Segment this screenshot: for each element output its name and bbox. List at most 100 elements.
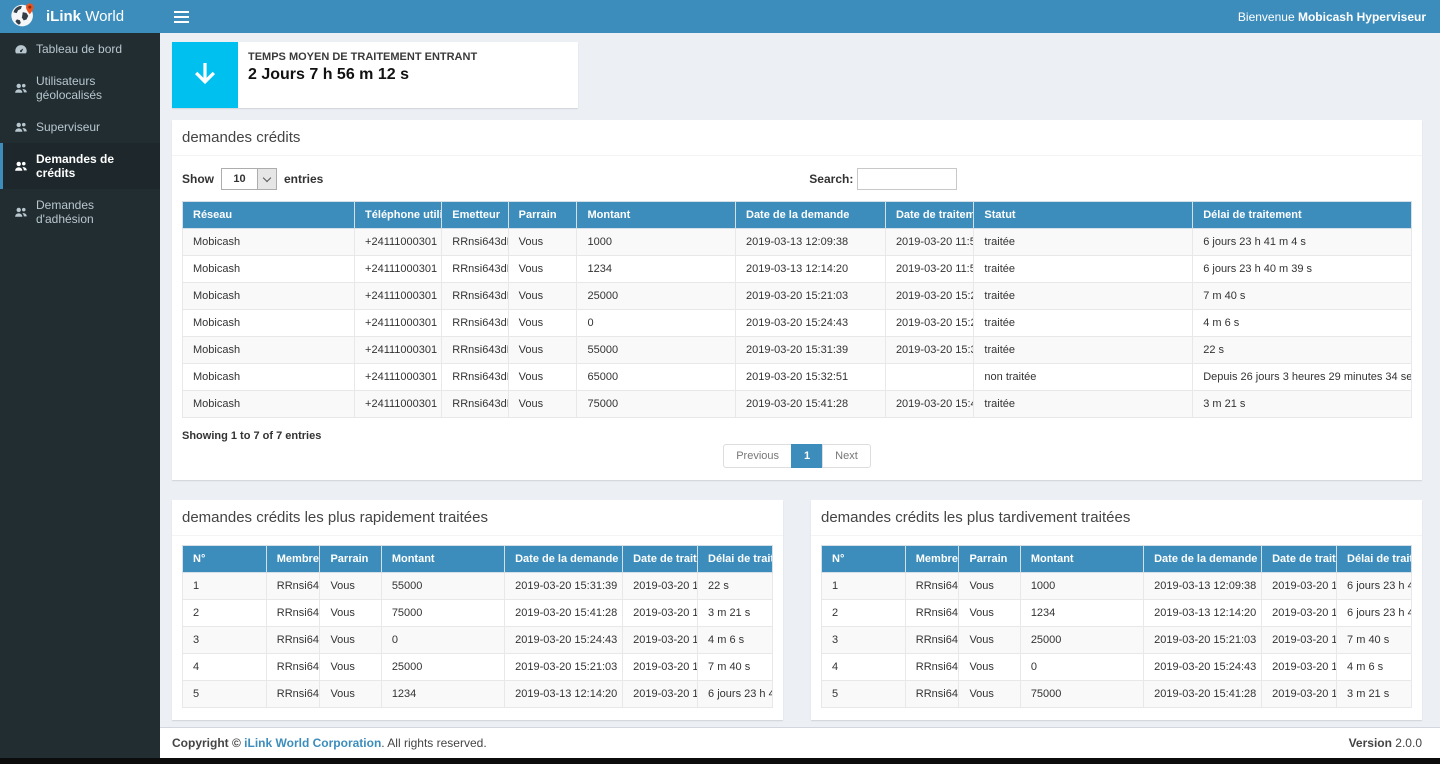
- cell-sponsor: Vous: [959, 681, 1020, 708]
- column-header[interactable]: Date de traitement: [885, 202, 973, 229]
- cell-sender: RRnsi643dP: [442, 391, 508, 418]
- sidebar-item[interactable]: Tableau de bord: [0, 33, 160, 65]
- brand[interactable]: iLink World: [0, 0, 160, 33]
- sidebar-item-label: Tableau de bord: [36, 42, 122, 56]
- cell-request-date: 2019-03-20 15:24:43: [1144, 654, 1262, 681]
- page-length-control: Show 10 entries: [182, 168, 323, 190]
- cell-request-date: 2019-03-20 15:41:28: [505, 600, 623, 627]
- table-row: Mobicash +24111000301 RRnsi643dP Vous 65…: [183, 364, 1412, 391]
- cell-sponsor: Vous: [959, 627, 1020, 654]
- cell-request-date: 2019-03-20 15:31:39: [736, 337, 886, 364]
- cell-amount: 75000: [577, 391, 736, 418]
- page-length-select[interactable]: 10: [221, 168, 277, 190]
- column-header: Délai de traitement: [698, 546, 773, 573]
- sidebar-item[interactable]: Superviseur: [0, 111, 160, 143]
- cell-processing-delay: 4 m 6 s: [1337, 654, 1412, 681]
- page-content: TEMPS MOYEN DE TRAITEMENT ENTRANT 2 Jour…: [160, 33, 1440, 727]
- column-header[interactable]: Parrain: [508, 202, 577, 229]
- column-header[interactable]: Réseau: [183, 202, 355, 229]
- column-header[interactable]: Délai de traitement: [1193, 202, 1412, 229]
- sidebar-item-label: Utilisateurs géolocalisés: [36, 74, 150, 102]
- cell-processing-delay: 6 jours 23 h 40 m 39 s: [698, 681, 773, 708]
- cell-processing-delay: Depuis 26 jours 3 heures 29 minutes 34 s…: [1193, 364, 1412, 391]
- cell-processing-date: 2019-03-20 11:54:59: [623, 681, 698, 708]
- cell-sponsor: Vous: [320, 654, 381, 681]
- fastest-processed-table: N°MembreParrainMontantDate de la demande…: [182, 545, 773, 708]
- pagination-next[interactable]: Next: [822, 444, 871, 468]
- column-header: N°: [822, 546, 906, 573]
- cell-member: RRnsi643dP: [905, 600, 959, 627]
- bottom-strip: [0, 758, 1440, 764]
- cell-rank: 4: [183, 654, 267, 681]
- sidebar-item[interactable]: Demandes de crédits: [0, 143, 160, 189]
- cell-sponsor: Vous: [508, 229, 577, 256]
- slowest-processed-table: N°MembreParrainMontantDate de la demande…: [821, 545, 1412, 708]
- table-header-row: N°MembreParrainMontantDate de la demande…: [183, 546, 773, 573]
- cell-processing-delay: 6 jours 23 h 41 m 4 s: [1193, 229, 1412, 256]
- cell-sponsor: Vous: [959, 573, 1020, 600]
- cell-request-date: 2019-03-13 12:09:38: [736, 229, 886, 256]
- cell-processing-delay: 7 m 40 s: [698, 654, 773, 681]
- cell-amount: 0: [577, 310, 736, 337]
- cell-processing-date: 2019-03-20 15:28:43: [885, 283, 973, 310]
- cell-processing-date: 2019-03-20 11:54:59: [885, 256, 973, 283]
- credit-requests-table: RéseauTéléphone utilisateurEmetteurParra…: [182, 201, 1412, 418]
- cell-user-phone: +24111000301: [355, 391, 442, 418]
- cell-processing-date: 2019-03-20 11:50:42: [885, 229, 973, 256]
- cell-processing-date: [885, 364, 973, 391]
- cell-rank: 5: [183, 681, 267, 708]
- cell-processing-delay: 4 m 6 s: [698, 627, 773, 654]
- cell-processing-delay: 4 m 6 s: [1193, 310, 1412, 337]
- cell-amount: 65000: [577, 364, 736, 391]
- cell-sponsor: Vous: [320, 600, 381, 627]
- cell-member: RRnsi643dP: [905, 681, 959, 708]
- cell-member: RRnsi643dP: [905, 627, 959, 654]
- cell-member: RRnsi643dP: [266, 600, 320, 627]
- cell-rank: 1: [822, 573, 906, 600]
- cell-member: RRnsi643dP: [266, 681, 320, 708]
- cell-amount: 25000: [1020, 627, 1143, 654]
- pagination-previous[interactable]: Previous: [723, 444, 792, 468]
- column-header[interactable]: Emetteur: [442, 202, 508, 229]
- main-column: Bienvenue Mobicash Hyperviseur TEMPS MOY…: [160, 0, 1440, 758]
- column-header[interactable]: Montant: [577, 202, 736, 229]
- sidebar-item[interactable]: Utilisateurs géolocalisés: [0, 65, 160, 111]
- column-header: Montant: [1020, 546, 1143, 573]
- table-info: Showing 1 to 7 of 7 entries: [182, 430, 1412, 442]
- cell-request-date: 2019-03-20 15:24:43: [505, 627, 623, 654]
- sidebar-item-label: Demandes de crédits: [36, 152, 150, 180]
- column-header[interactable]: Statut: [974, 202, 1193, 229]
- cell-request-date: 2019-03-20 15:32:51: [736, 364, 886, 391]
- cell-processing-date: 2019-03-20 15:44:49: [1262, 681, 1337, 708]
- sidebar-toggle-button[interactable]: [172, 7, 191, 27]
- table-row: Mobicash +24111000301 RRnsi643dP Vous 10…: [183, 229, 1412, 256]
- cell-status: traitée: [974, 256, 1193, 283]
- panel-header: demandes crédits: [172, 120, 1422, 156]
- cell-user-phone: +24111000301: [355, 283, 442, 310]
- pagination-page-1[interactable]: 1: [791, 444, 823, 468]
- column-header[interactable]: Téléphone utilisateur: [355, 202, 442, 229]
- welcome-text: Bienvenue Mobicash Hyperviseur: [1238, 10, 1426, 24]
- top-navbar: Bienvenue Mobicash Hyperviseur: [160, 0, 1440, 33]
- search-control: Search:: [809, 168, 957, 190]
- cell-sender: RRnsi643dP: [442, 337, 508, 364]
- cell-rank: 1: [183, 573, 267, 600]
- sidebar-item[interactable]: Demandes d'adhésion: [0, 189, 160, 235]
- sidebar-item-label: Demandes d'adhésion: [36, 198, 150, 226]
- pagination: Previous 1 Next: [723, 444, 871, 468]
- cell-sender: RRnsi643dP: [442, 364, 508, 391]
- cell-request-date: 2019-03-20 15:21:03: [736, 283, 886, 310]
- cell-network: Mobicash: [183, 310, 355, 337]
- cell-processing-date: 2019-03-20 15:44:49: [623, 600, 698, 627]
- table-header-row: RéseauTéléphone utilisateurEmetteurParra…: [183, 202, 1412, 229]
- column-header[interactable]: Date de la demande: [736, 202, 886, 229]
- cell-rank: 5: [822, 681, 906, 708]
- cell-processing-date: 2019-03-20 11:50:42: [1262, 573, 1337, 600]
- brand-title: iLink World: [46, 8, 124, 25]
- column-header: Parrain: [320, 546, 381, 573]
- search-input[interactable]: [857, 168, 957, 190]
- column-header: N°: [183, 546, 267, 573]
- company-link[interactable]: iLink World Corporation: [244, 736, 381, 750]
- sidebar-item-label: Superviseur: [36, 120, 100, 134]
- table-row: 1 RRnsi643dP Vous 1000 2019-03-13 12:09:…: [822, 573, 1412, 600]
